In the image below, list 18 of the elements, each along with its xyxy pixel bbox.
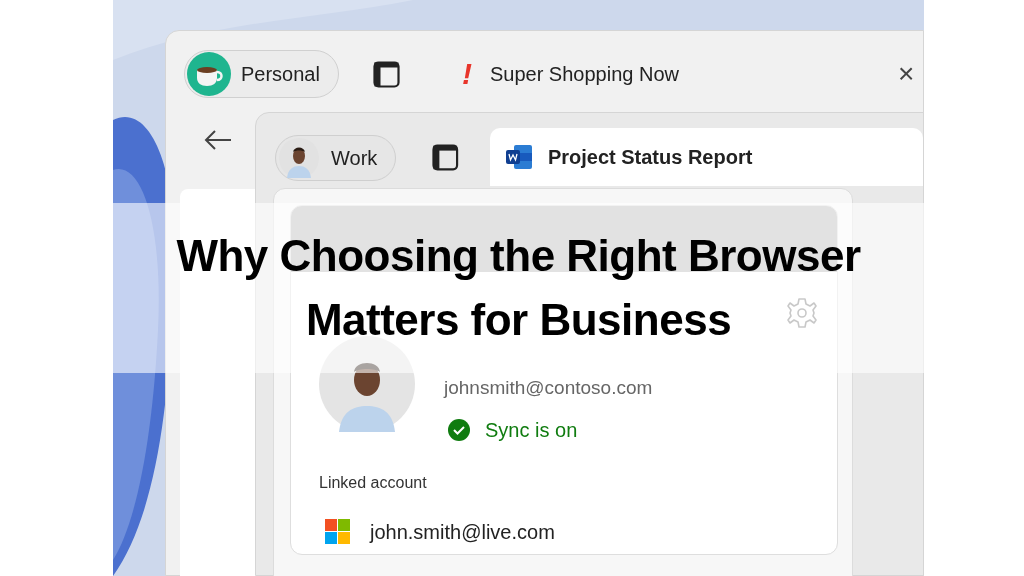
document-app-icon	[505, 145, 532, 169]
sync-status: Sync is on	[485, 417, 578, 443]
sidebar-icon[interactable]	[372, 60, 400, 88]
coffee-cup-icon	[187, 52, 231, 96]
headline: Why Choosing the Right Browser	[176, 230, 861, 282]
back-icon[interactable]	[203, 129, 233, 151]
profile-button[interactable]: Work	[275, 135, 397, 181]
section-heading: Linked account	[319, 472, 428, 493]
browser-tab[interactable]: ! Super Shopping Now	[459, 50, 900, 98]
linked-email: john.smith@live.com	[370, 519, 555, 545]
user-email: johnsmith@contoso.com	[444, 376, 653, 400]
profile-button[interactable]: Personal	[184, 50, 339, 98]
sidebar-icon[interactable]	[432, 144, 459, 171]
alert-icon: !	[461, 59, 472, 89]
browser-tab[interactable]: Project Status Report	[489, 128, 923, 186]
close-button[interactable]: ×	[897, 60, 915, 88]
windows-logo-icon	[325, 519, 350, 544]
headline: Matters for Business	[305, 294, 732, 346]
